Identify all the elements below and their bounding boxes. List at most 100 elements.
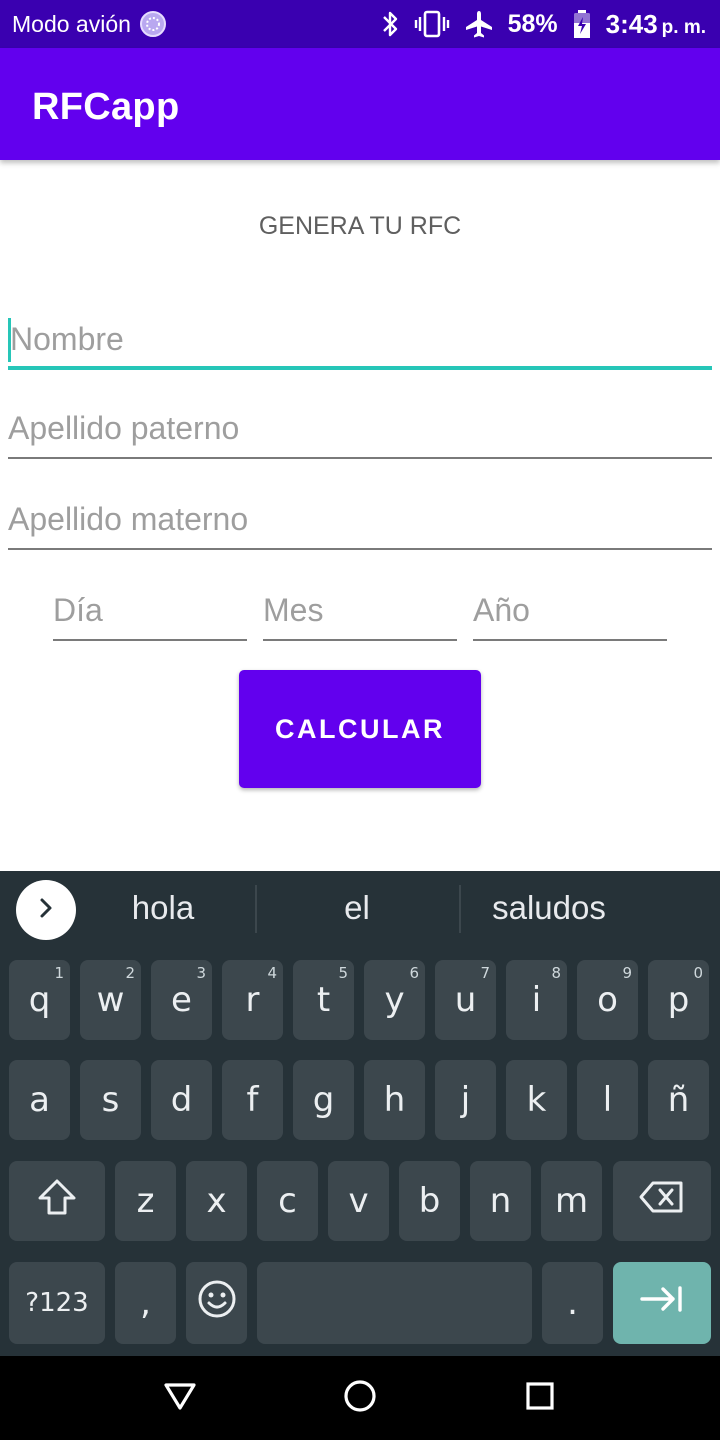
key-hint: 1: [54, 964, 64, 982]
key-i[interactable]: i8: [506, 960, 567, 1040]
key-label: ñ: [667, 1080, 690, 1120]
key-label: n: [489, 1181, 512, 1221]
apellido-materno-underline: [8, 548, 712, 550]
shift-key[interactable]: [9, 1161, 105, 1241]
calcular-button[interactable]: CALCULAR: [239, 670, 481, 788]
key-k[interactable]: k: [506, 1060, 567, 1140]
home-icon: [343, 1379, 377, 1418]
app-bar: RFCapp: [0, 48, 720, 160]
form-heading: GENERA TU RFC: [258, 212, 462, 240]
key-d[interactable]: d: [151, 1060, 212, 1140]
key-y[interactable]: y6: [364, 960, 425, 1040]
key-label: q: [28, 980, 51, 1020]
symbols-key[interactable]: ?123: [9, 1262, 105, 1344]
space-key[interactable]: [257, 1262, 532, 1344]
comma-key[interactable]: ,: [115, 1262, 176, 1344]
key-u[interactable]: u7: [435, 960, 496, 1040]
key-e[interactable]: e3: [151, 960, 212, 1040]
key-z[interactable]: z: [115, 1161, 176, 1241]
expand-toolbar-button[interactable]: [16, 880, 76, 940]
apellido-paterno-field[interactable]: Apellido paterno: [8, 399, 712, 459]
key-q[interactable]: q1: [9, 960, 70, 1040]
key-b[interactable]: b: [399, 1161, 460, 1241]
key-label: u: [454, 980, 477, 1020]
period-key[interactable]: .: [542, 1262, 603, 1344]
time-text: 3:43: [605, 8, 658, 39]
nombre-field[interactable]: Nombre: [8, 310, 712, 370]
nombre-underline: [8, 366, 712, 370]
key-o[interactable]: o9: [577, 960, 638, 1040]
status-bar: Modo avión 58% 3:43 p. m.: [0, 0, 720, 48]
bluetooth-icon: [380, 10, 400, 38]
key-label: p: [667, 980, 690, 1020]
key-label: b: [418, 1181, 441, 1221]
key-hint: 9: [622, 964, 632, 982]
key-label: ,: [140, 1283, 151, 1323]
nombre-placeholder: Nombre: [10, 321, 124, 357]
suggestion-strip: hola el saludos: [0, 871, 720, 949]
emoji-key[interactable]: [186, 1262, 247, 1344]
dia-field[interactable]: Día: [53, 581, 247, 641]
key-g[interactable]: g: [293, 1060, 354, 1140]
back-button[interactable]: [160, 1378, 200, 1418]
recents-button[interactable]: [520, 1378, 560, 1418]
home-button[interactable]: [340, 1378, 380, 1418]
mes-field[interactable]: Mes: [263, 581, 457, 641]
key-label: x: [206, 1181, 227, 1221]
status-right: 58% 3:43 p. m.: [380, 0, 706, 48]
suggestion-1[interactable]: hola: [90, 889, 236, 927]
next-key[interactable]: [613, 1262, 711, 1344]
key-label: m: [554, 1181, 589, 1221]
battery-percent: 58%: [507, 9, 558, 38]
key-label: a: [29, 1080, 50, 1120]
mes-underline: [263, 639, 457, 641]
key-c[interactable]: c: [257, 1161, 318, 1241]
key-f[interactable]: f: [222, 1060, 283, 1140]
key-label: k: [526, 1080, 547, 1120]
key-hint: 2: [125, 964, 135, 982]
status-left: Modo avión: [12, 0, 167, 48]
key-label: r: [245, 980, 260, 1020]
battery-icon: [572, 9, 592, 39]
key-l[interactable]: l: [577, 1060, 638, 1140]
key-r[interactable]: r4: [222, 960, 283, 1040]
key-hint: 7: [480, 964, 490, 982]
mode-text: Modo avión: [12, 10, 131, 37]
anio-field[interactable]: Año: [473, 581, 667, 641]
key-hint: 8: [551, 964, 561, 982]
key-label: g: [312, 1080, 335, 1120]
key-n[interactable]: n: [470, 1161, 531, 1241]
key-label: f: [246, 1080, 259, 1120]
key-enye[interactable]: ñ: [648, 1060, 709, 1140]
anio-placeholder: Año: [473, 592, 530, 628]
key-t[interactable]: t5: [293, 960, 354, 1040]
key-label: v: [348, 1181, 369, 1221]
key-label: y: [384, 980, 405, 1020]
key-label: c: [278, 1181, 297, 1221]
key-j[interactable]: j: [435, 1060, 496, 1140]
key-label: o: [597, 980, 618, 1020]
key-m[interactable]: m: [541, 1161, 602, 1241]
key-hint: 4: [267, 964, 277, 982]
key-h[interactable]: h: [364, 1060, 425, 1140]
mes-placeholder: Mes: [263, 592, 324, 628]
suggestion-divider: [459, 885, 461, 933]
key-label: d: [170, 1080, 193, 1120]
key-x[interactable]: x: [186, 1161, 247, 1241]
dia-placeholder: Día: [53, 592, 103, 628]
backspace-key[interactable]: [613, 1161, 711, 1241]
next-tab-icon: [639, 1283, 685, 1323]
ampm-text: p. m.: [661, 16, 706, 38]
apellido-materno-field[interactable]: Apellido materno: [8, 490, 712, 550]
chevron-right-icon: [34, 896, 58, 925]
suggestion-3[interactable]: saludos: [470, 889, 628, 927]
key-hint: 0: [693, 964, 703, 982]
suggestion-2[interactable]: el: [272, 889, 442, 927]
back-icon: [163, 1381, 197, 1416]
key-p[interactable]: p0: [648, 960, 709, 1040]
key-s[interactable]: s: [80, 1060, 141, 1140]
key-w[interactable]: w2: [80, 960, 141, 1040]
key-v[interactable]: v: [328, 1161, 389, 1241]
key-a[interactable]: a: [9, 1060, 70, 1140]
key-hint: 3: [196, 964, 206, 982]
